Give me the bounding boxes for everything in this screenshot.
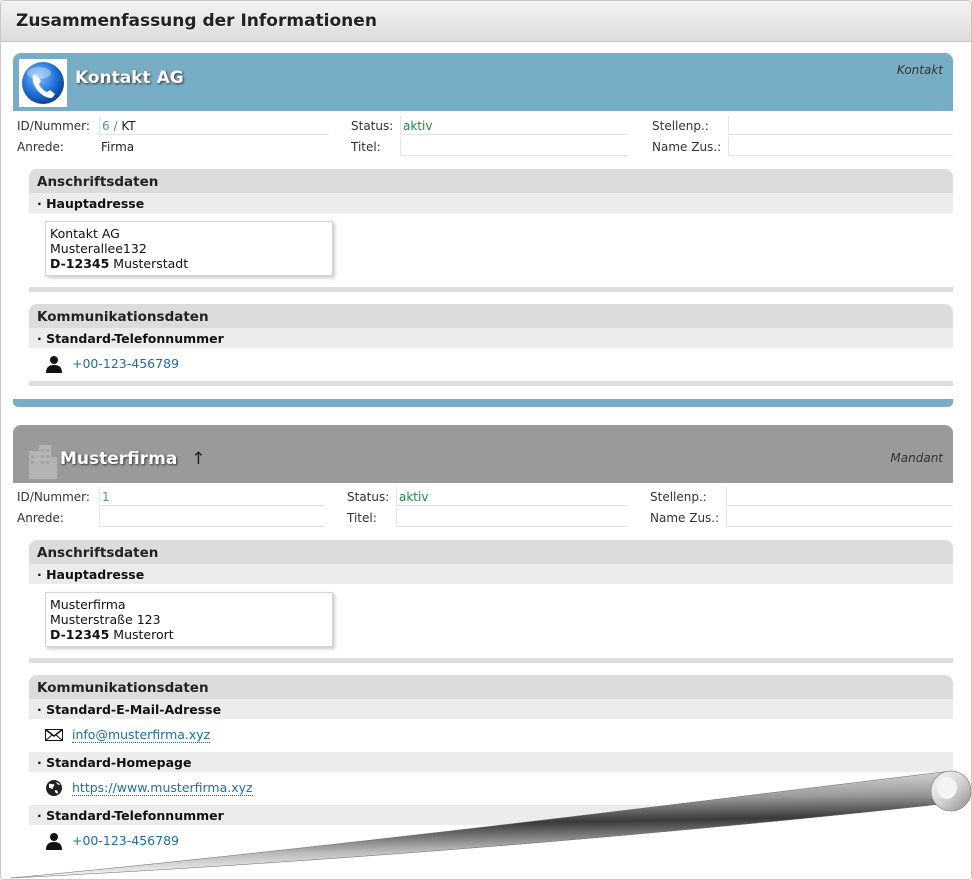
section-footer xyxy=(29,287,953,292)
homepage-link[interactable]: https://www.musterfirma.xyz xyxy=(72,780,253,796)
title-bar: Zusammenfassung der Informationen xyxy=(1,1,971,42)
titel-value xyxy=(396,508,628,527)
anrede-value xyxy=(99,508,325,527)
card-bottom-bar xyxy=(13,399,953,407)
address-box: Kontakt AG Musterallee132 D-12345 Muster… xyxy=(45,221,333,276)
phone-item[interactable]: +00-123-456789 xyxy=(45,352,945,374)
envelope-icon xyxy=(45,726,63,744)
globe-icon xyxy=(45,779,63,797)
titel-value xyxy=(400,137,628,156)
status-value: aktiv xyxy=(396,487,628,506)
section-header: Anschriftsdaten xyxy=(29,540,953,564)
communication-section: Kommunikationsdaten · Standard-E-Mail-Ad… xyxy=(29,675,953,865)
card-type: Mandant xyxy=(890,451,943,465)
card-name: Musterfirma xyxy=(60,449,178,469)
address-line1: Kontakt AG xyxy=(50,226,120,241)
sub-header-phone: · Standard-Telefonnummer xyxy=(29,805,953,825)
info-row-1: ID/Nummer: 6 / KT Status: aktiv Stellenp… xyxy=(17,115,953,135)
address-line2: Musterallee132 xyxy=(50,241,147,256)
sub-title: · Standard-Telefonnummer xyxy=(37,808,224,823)
status-label: Status: xyxy=(347,490,390,504)
address-line1: Musterfirma xyxy=(50,597,126,612)
page-title: Zusammenfassung der Informationen xyxy=(16,11,377,31)
section-header: Anschriftsdaten xyxy=(29,169,953,193)
namezus-value xyxy=(726,508,953,527)
sub-header: · Hauptadresse xyxy=(29,193,953,213)
sub-title: · Standard-Homepage xyxy=(37,755,192,770)
section-footer xyxy=(29,658,953,663)
section-title: Kommunikationsdaten xyxy=(37,309,209,325)
stellenp-value xyxy=(726,487,953,506)
id-number-link[interactable]: 6 xyxy=(102,119,110,133)
anrede-label: Anrede: xyxy=(17,511,64,525)
address-box: Musterfirma Musterstraße 123 D-12345 Mus… xyxy=(45,592,333,647)
info-row-1: ID/Nummer: 1 Status: aktiv Stellenp.: xyxy=(17,486,953,506)
id-number-link[interactable]: 1 xyxy=(99,487,325,506)
section-footer xyxy=(29,381,953,386)
sub-header-email: · Standard-E-Mail-Adresse xyxy=(29,699,953,719)
namezus-value xyxy=(728,137,953,156)
phone-number[interactable]: +00-123-456789 xyxy=(72,356,179,371)
communication-section: Kommunikationsdaten · Standard-Telefonnu… xyxy=(29,304,953,386)
address-city: Musterort xyxy=(113,627,174,642)
id-label: ID/Nummer: xyxy=(17,490,90,504)
section-title: Kommunikationsdaten xyxy=(37,680,209,696)
person-icon xyxy=(45,832,63,850)
info-row-2: Anrede: Firma Titel: Name Zus.: xyxy=(17,136,953,156)
section-title: Anschriftsdaten xyxy=(37,545,159,561)
phone-globe-icon xyxy=(19,59,67,107)
address-line2: Musterstraße 123 xyxy=(50,612,161,627)
status-value: aktiv xyxy=(400,116,628,135)
address-zip: D-12345 xyxy=(50,256,110,271)
sub-title: · Hauptadresse xyxy=(37,196,145,211)
card-name-wrap: Musterfirma ↑ xyxy=(60,449,206,469)
section-title: Anschriftsdaten xyxy=(37,174,159,190)
info-row-2: Anrede: Titel: Name Zus.: xyxy=(17,507,953,527)
address-section: Anschriftsdaten · Hauptadresse Musterfir… xyxy=(29,540,953,663)
phone-item[interactable]: +00-123-456789 xyxy=(45,829,945,851)
sub-header-homepage: · Standard-Homepage xyxy=(29,752,953,772)
card-name: Kontakt AG xyxy=(75,68,184,88)
address-section: Anschriftsdaten · Hauptadresse Kontakt A… xyxy=(29,169,953,292)
address-zip: D-12345 xyxy=(50,627,110,642)
id-value: 6 / KT xyxy=(99,116,329,135)
email-item[interactable]: info@musterfirma.xyz xyxy=(45,723,945,745)
namezus-label: Name Zus.: xyxy=(650,511,720,525)
id-separator: / xyxy=(113,119,118,133)
card-header: Kontakt AG Kontakt xyxy=(13,53,953,111)
section-header: Kommunikationsdaten xyxy=(29,304,953,328)
contact-card-kontakt: Kontakt AG Kontakt ID/Nummer: 6 / KT Sta… xyxy=(13,53,953,407)
address-line3: D-12345 Musterort xyxy=(50,627,328,642)
phone-number[interactable]: +00-123-456789 xyxy=(72,833,179,848)
anrede-label: Anrede: xyxy=(17,140,64,154)
stellenp-value xyxy=(728,116,953,135)
id-label: ID/Nummer: xyxy=(17,119,90,133)
anrede-value: Firma xyxy=(101,140,135,154)
status-label: Status: xyxy=(351,119,394,133)
homepage-item[interactable]: https://www.musterfirma.xyz xyxy=(45,776,945,798)
parent-arrow[interactable]: ↑ xyxy=(191,449,205,469)
sub-header: · Standard-Telefonnummer xyxy=(29,328,953,348)
namezus-label: Name Zus.: xyxy=(652,140,722,154)
sub-header: · Hauptadresse xyxy=(29,564,953,584)
card-header: Musterfirma ↑ Mandant xyxy=(13,425,953,483)
summary-page: Zusammenfassung der Informationen Kontak… xyxy=(0,0,972,880)
stellenp-label: Stellenp.: xyxy=(650,490,707,504)
section-header: Kommunikationsdaten xyxy=(29,675,953,699)
client-card-musterfirma: Musterfirma ↑ Mandant ID/Nummer: 1 Statu… xyxy=(13,425,953,879)
sub-title: · Standard-E-Mail-Adresse xyxy=(37,702,222,717)
card-type: Kontakt xyxy=(896,63,943,77)
person-icon xyxy=(45,355,63,373)
sub-title: · Hauptadresse xyxy=(37,567,145,582)
stellenp-label: Stellenp.: xyxy=(652,119,709,133)
id-code: KT xyxy=(121,119,136,133)
address-line3: D-12345 Musterstadt xyxy=(50,256,328,271)
address-city: Musterstadt xyxy=(113,256,189,271)
sub-title: · Standard-Telefonnummer xyxy=(37,331,224,346)
titel-label: Titel: xyxy=(347,511,377,525)
email-link[interactable]: info@musterfirma.xyz xyxy=(72,727,211,743)
titel-label: Titel: xyxy=(351,140,381,154)
